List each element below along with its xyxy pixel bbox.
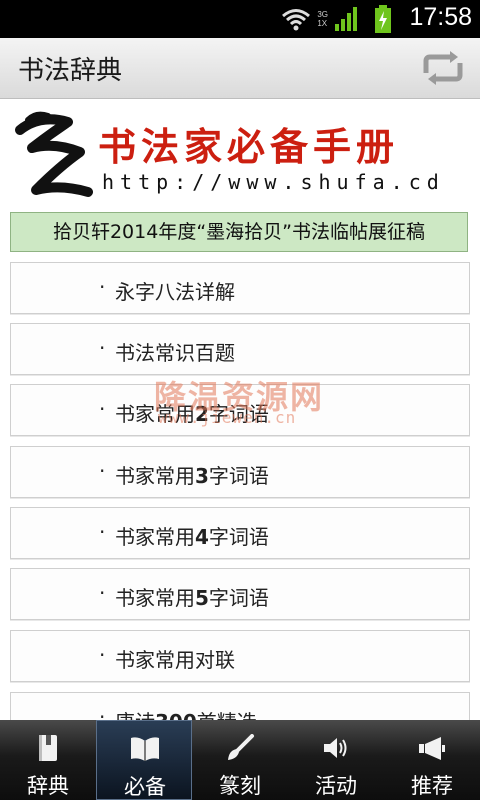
tab-recommend[interactable]: 推荐	[384, 720, 480, 800]
banner-url: http://www.shufa.cd	[102, 170, 445, 194]
status-icons: 3G 1X	[281, 4, 392, 34]
tab-label: 篆刻	[219, 774, 261, 798]
wifi-icon	[282, 9, 311, 31]
list-item[interactable]: · 书家常用5字词语	[10, 568, 470, 620]
tab-label: 推荐	[411, 774, 453, 798]
list-item-label: 书家常用4字词语	[115, 525, 269, 549]
bullet: ·	[99, 336, 106, 360]
bullet: ·	[99, 581, 106, 605]
tab-label: 活动	[315, 774, 357, 798]
megaphone-icon	[419, 737, 445, 760]
list-item[interactable]: · 永字八法详解	[10, 262, 470, 314]
list-item[interactable]: · 书法常识百题	[10, 323, 470, 375]
app-title: 书法辞典	[18, 56, 123, 86]
network-type: 3G 1X	[317, 10, 328, 28]
refresh-icon[interactable]	[420, 49, 466, 87]
signal-icon	[335, 7, 357, 31]
clock: 17:58	[409, 3, 472, 31]
list-item-label: 书法常识百题	[115, 341, 235, 365]
list-item[interactable]: · 书家常用3字词语	[10, 446, 470, 498]
bottom-tab-bar: 辞典 必备 篆刻 活动 推荐	[0, 720, 480, 800]
list-item[interactable]: · 书家常用2字词语	[10, 384, 470, 436]
list-item-label: 永字八法详解	[115, 280, 235, 304]
bullet: ·	[99, 397, 106, 421]
tab-essentials[interactable]: 必备	[96, 720, 192, 800]
tab-seal-carving[interactable]: 篆刻	[192, 720, 288, 800]
book-closed-icon	[39, 735, 57, 761]
list-item-label: 书家常用对联	[115, 648, 235, 672]
network-type-top: 3G	[317, 10, 328, 19]
status-bar: 3G 1X 17:58	[0, 0, 480, 38]
bullet: ·	[99, 643, 106, 667]
tab-label: 必备	[124, 775, 166, 799]
notice-link[interactable]: 拾贝轩2014年度“墨海拾贝”书法临帖展征稿	[10, 212, 468, 252]
banner-title: 书法家必备手册	[98, 124, 400, 169]
tab-dictionary[interactable]: 辞典	[0, 720, 96, 800]
bullet: ·	[99, 520, 106, 544]
tab-activities[interactable]: 活动	[288, 720, 384, 800]
list-item[interactable]: · 书家常用对联	[10, 630, 470, 682]
network-type-bottom: 1X	[317, 19, 328, 28]
calligraphy-logo	[15, 111, 93, 197]
title-bar: 书法辞典	[0, 38, 480, 99]
banner[interactable]: 书法家必备手册 http://www.shufa.cd	[10, 108, 470, 202]
list-item[interactable]: · 书家常用4字词语	[10, 507, 470, 559]
bullet: ·	[99, 459, 106, 483]
bullet: ·	[99, 275, 106, 299]
speaker-icon	[324, 738, 347, 758]
battery-charging-icon	[375, 5, 391, 33]
book-open-icon	[131, 737, 159, 761]
list-item-label: 书家常用3字词语	[115, 464, 269, 488]
tab-label: 辞典	[27, 774, 69, 798]
brush-icon	[228, 734, 254, 760]
list-item-label: 书家常用5字词语	[115, 586, 269, 610]
list-item-label: 书家常用2字词语	[115, 402, 269, 426]
